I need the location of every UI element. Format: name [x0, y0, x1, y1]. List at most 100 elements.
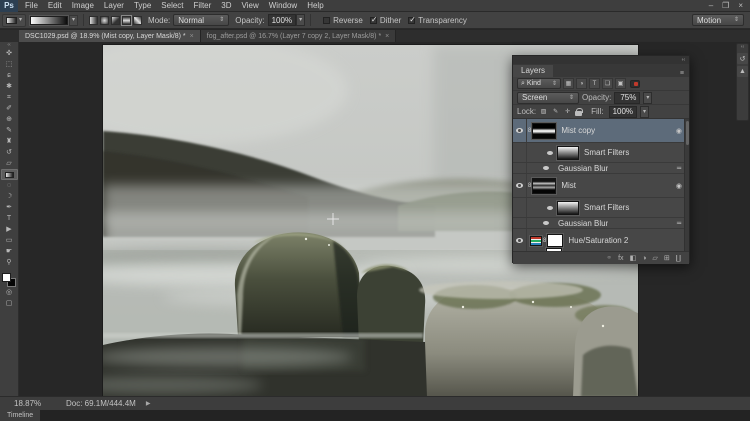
tool-preset-picker[interactable]: ▾: [2, 14, 26, 27]
tool-rectangle[interactable]: ▭: [1, 235, 18, 246]
layer-mask-thumbnail[interactable]: [532, 123, 556, 139]
filter-adjustment-layers-icon[interactable]: ◑: [576, 78, 587, 89]
visibility-toggle[interactable]: [547, 206, 553, 210]
menu-layer[interactable]: Layer: [99, 0, 129, 12]
blend-mode-select[interactable]: Screen ⇕: [517, 92, 579, 104]
mode-select[interactable]: Normal ⇕: [173, 14, 229, 26]
tool-blur[interactable]: ◌: [1, 180, 18, 191]
menu-image[interactable]: Image: [67, 0, 99, 12]
tool-pen[interactable]: ✒: [1, 202, 18, 213]
tool-eyedropper[interactable]: ✐: [1, 103, 18, 114]
mask-link-icon[interactable]: 8: [528, 183, 531, 189]
filter-mask-thumbnail[interactable]: [557, 146, 579, 160]
tool-crop[interactable]: ⌗: [1, 92, 18, 103]
tool-clone-stamp[interactable]: ♜: [1, 136, 18, 147]
layer-row-smart-filters-2[interactable]: Smart Filters: [513, 198, 689, 218]
tool-history-brush[interactable]: ↺: [1, 147, 18, 158]
opacity-value[interactable]: 100%: [268, 14, 296, 26]
filter-kind-select[interactable]: ⌕ Kind ⇕: [517, 78, 561, 89]
status-menu-arrow-icon[interactable]: ▶: [146, 400, 151, 407]
mask-link-icon[interactable]: 8: [543, 238, 546, 244]
menu-edit[interactable]: Edit: [43, 0, 67, 12]
gradient-editor[interactable]: ▾: [30, 15, 78, 26]
reverse-checkbox[interactable]: [323, 17, 330, 24]
zoom-level-field[interactable]: 18.87%: [0, 399, 48, 408]
filter-type-layers-icon[interactable]: T: [589, 78, 600, 89]
workspace-select[interactable]: Motion ⇕: [692, 14, 744, 26]
menu-3d[interactable]: 3D: [216, 0, 236, 12]
close-button[interactable]: ×: [738, 1, 743, 10]
visibility-toggle[interactable]: [547, 151, 553, 155]
transparency-checkbox[interactable]: [408, 17, 415, 24]
panel-menu-icon[interactable]: ≡: [680, 70, 689, 77]
opacity-dropdown-button[interactable]: ▾: [643, 92, 652, 104]
tool-healing-brush[interactable]: ⊕: [1, 114, 18, 125]
tool-dodge[interactable]: ☽: [1, 191, 18, 202]
layer-thumbnail[interactable]: [532, 178, 556, 194]
filter-pixel-layers-icon[interactable]: ▦: [563, 78, 574, 89]
tool-zoom[interactable]: ⚲: [1, 257, 18, 268]
layer-row-gaussian-blur-2[interactable]: Gaussian Blur ≂: [513, 218, 689, 229]
visibility-toggle[interactable]: [513, 119, 527, 142]
layer-row-mist-copy[interactable]: 8 Mist copy ◉: [513, 119, 689, 143]
menu-help[interactable]: Help: [302, 0, 328, 12]
history-panel-icon[interactable]: ↺: [737, 53, 748, 64]
chevron-down-icon[interactable]: ▾: [69, 15, 78, 26]
layer-row-gaussian-blur-1[interactable]: Gaussian Blur ≂: [513, 163, 689, 174]
menu-window[interactable]: Window: [264, 0, 302, 12]
linear-gradient-button[interactable]: [89, 16, 98, 25]
tab-dsc1029[interactable]: DSC1029.psd @ 18.9% (Mist copy, Layer Ma…: [19, 30, 201, 42]
menu-filter[interactable]: Filter: [189, 0, 217, 12]
tool-gradient[interactable]: [1, 169, 18, 180]
tool-move[interactable]: ✜: [1, 48, 18, 59]
layer-row-mist[interactable]: 8 Mist ◉: [513, 174, 689, 198]
close-icon[interactable]: ×: [385, 33, 389, 40]
new-adjustment-layer-icon[interactable]: ◑: [642, 255, 646, 262]
layer-row-hue-saturation[interactable]: 8 Hue/Saturation 2: [513, 229, 689, 251]
tool-quick-selection[interactable]: ✱: [1, 81, 18, 92]
lock-transparency-icon[interactable]: ▨: [539, 107, 548, 116]
menu-select[interactable]: Select: [156, 0, 188, 12]
filter-options-icon[interactable]: ≂: [676, 219, 682, 227]
layer-opacity-value[interactable]: 75%: [614, 92, 640, 104]
tool-path-selection[interactable]: ▶: [1, 224, 18, 235]
menu-view[interactable]: View: [237, 0, 264, 12]
filter-mask-thumbnail[interactable]: [557, 201, 579, 215]
smart-filter-badge-icon[interactable]: ◉: [676, 127, 682, 135]
link-layers-icon[interactable]: ⚭: [606, 255, 612, 262]
radial-gradient-button[interactable]: [100, 16, 109, 25]
filter-options-icon[interactable]: ≂: [676, 164, 682, 172]
dither-checkbox[interactable]: [370, 17, 377, 24]
tool-lasso[interactable]: ɕ: [1, 70, 18, 81]
tool-brush[interactable]: ✎: [1, 125, 18, 136]
lock-pixels-icon[interactable]: ✎: [551, 107, 560, 116]
fill-value[interactable]: 100%: [609, 106, 637, 118]
layer-row-smart-filters-1[interactable]: Smart Filters: [513, 143, 689, 163]
layers-scrollbar[interactable]: [684, 119, 689, 251]
smart-filter-badge-icon[interactable]: ◉: [676, 182, 682, 190]
layers-tab[interactable]: Layers: [513, 65, 553, 77]
new-layer-icon[interactable]: ⊞: [664, 255, 670, 262]
add-layer-mask-icon[interactable]: ◧: [630, 255, 637, 262]
visibility-toggle[interactable]: [543, 221, 549, 225]
fill-dropdown-button[interactable]: ▾: [640, 106, 649, 118]
opacity-dropdown-button[interactable]: ▾: [296, 14, 305, 26]
filter-toggle-switch[interactable]: [630, 80, 640, 88]
quick-mask-button[interactable]: ◎: [1, 287, 18, 298]
tool-hand[interactable]: ☛: [1, 246, 18, 257]
filter-smart-objects-icon[interactable]: ▣: [615, 78, 626, 89]
visibility-toggle[interactable]: [543, 166, 549, 170]
menu-type[interactable]: Type: [129, 0, 156, 12]
minimize-button[interactable]: –: [709, 1, 713, 10]
tool-eraser[interactable]: ▱: [1, 158, 18, 169]
screen-mode-button[interactable]: ▢: [1, 298, 18, 309]
tab-fog-after[interactable]: fog_after.psd @ 16.7% (Layer 7 copy 2, L…: [201, 30, 397, 42]
new-group-icon[interactable]: ▱: [652, 255, 657, 262]
tool-marquee[interactable]: ⬚: [1, 59, 18, 70]
timeline-tab[interactable]: Timeline: [0, 410, 40, 421]
scrollbar-thumb[interactable]: [686, 121, 689, 145]
menu-file[interactable]: File: [20, 0, 43, 12]
mask-link-icon[interactable]: 8: [528, 128, 531, 134]
adjustment-icon[interactable]: [530, 236, 542, 246]
visibility-toggle[interactable]: [513, 174, 527, 197]
